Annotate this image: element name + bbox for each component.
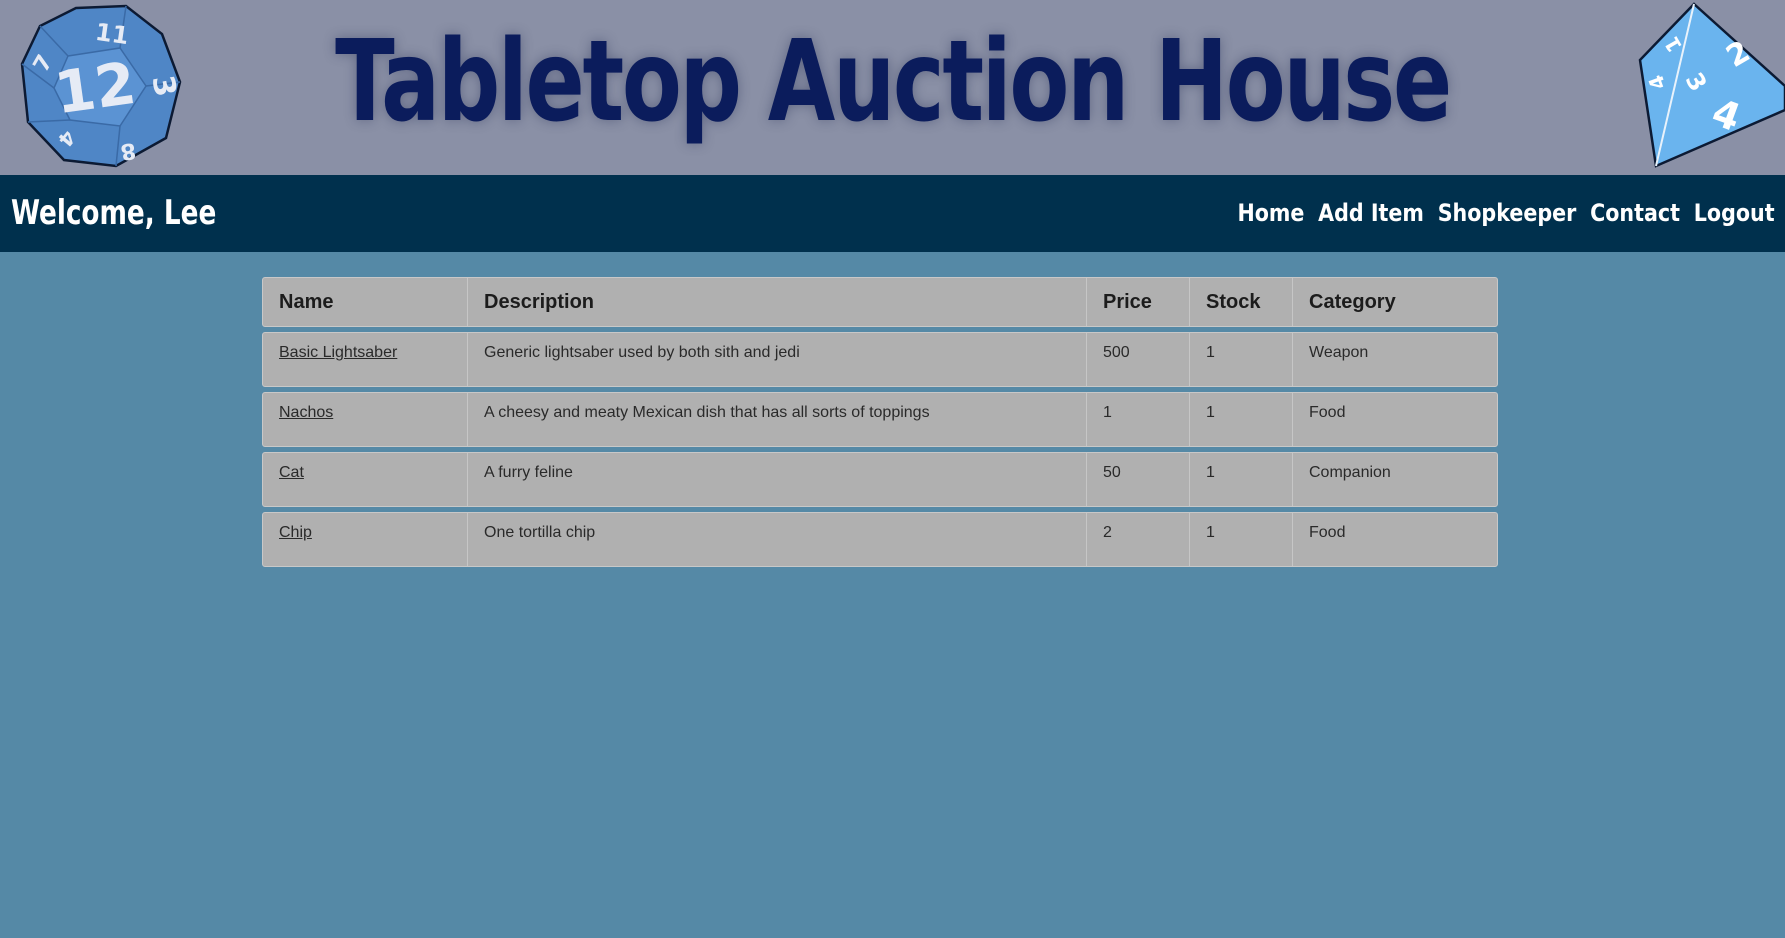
price-cell: 50 <box>1087 453 1190 506</box>
name-cell: Nachos <box>263 393 468 446</box>
name-cell: Chip <box>263 513 468 566</box>
nav-link-logout[interactable]: Logout <box>1694 195 1775 231</box>
table-header-row: Name Description Price Stock Category <box>262 277 1498 327</box>
table-row: Chip One tortilla chip 2 1 Food <box>262 512 1498 567</box>
d12-die-icon: 12 11 3 7 8 4 <box>20 4 183 168</box>
table-row: Cat A furry feline 50 1 Companion <box>262 452 1498 507</box>
category-cell: Food <box>1309 524 1346 541</box>
stock-cell: 1 <box>1190 513 1293 566</box>
price-cell: 500 <box>1087 333 1190 386</box>
header-name: Name <box>263 278 468 326</box>
item-link[interactable]: Cat <box>279 464 304 481</box>
price-cell: 2 <box>1087 513 1190 566</box>
items-table: Name Description Price Stock Category Ba… <box>262 277 1498 572</box>
description-cell: A cheesy and meaty Mexican dish that has… <box>468 393 1087 446</box>
item-link[interactable]: Nachos <box>279 404 333 421</box>
header-description: Description <box>468 278 1087 326</box>
table-row: Basic Lightsaber Generic lightsaber used… <box>262 332 1498 387</box>
header-price: Price <box>1087 278 1190 326</box>
name-cell: Basic Lightsaber <box>263 333 468 386</box>
header-category: Category <box>1309 291 1396 313</box>
header-stock: Stock <box>1190 278 1293 326</box>
description-cell: One tortilla chip <box>468 513 1087 566</box>
item-link[interactable]: Chip <box>279 524 312 541</box>
description-cell: Generic lightsaber used by both sith and… <box>468 333 1087 386</box>
nav-link-shopkeeper[interactable]: Shopkeeper <box>1438 195 1577 231</box>
item-link[interactable]: Basic Lightsaber <box>279 344 397 361</box>
stock-cell: 1 <box>1190 333 1293 386</box>
svg-text:12: 12 <box>50 49 139 128</box>
welcome-message: Welcome, Lee <box>11 193 217 233</box>
stock-cell: 1 <box>1190 393 1293 446</box>
site-banner: 12 11 3 7 8 4 Tabletop Auction House 2 4… <box>0 0 1785 175</box>
svg-text:11: 11 <box>94 18 131 50</box>
stock-cell: 1 <box>1190 453 1293 506</box>
category-cell: Companion <box>1309 464 1391 481</box>
d4-die-icon: 2 4 3 1 4 <box>1638 2 1785 168</box>
nav-link-add-item[interactable]: Add Item <box>1319 195 1425 231</box>
nav-links: Home Add Item Shopkeeper Contact Logout <box>1238 195 1775 231</box>
top-navbar: Welcome, Lee Home Add Item Shopkeeper Co… <box>0 175 1785 252</box>
description-cell: A furry feline <box>468 453 1087 506</box>
site-title: Tabletop Auction House <box>335 17 1452 147</box>
table-row: Nachos A cheesy and meaty Mexican dish t… <box>262 392 1498 447</box>
category-cell: Weapon <box>1309 344 1369 361</box>
category-cell: Food <box>1309 404 1346 421</box>
name-cell: Cat <box>263 453 468 506</box>
nav-link-home[interactable]: Home <box>1238 195 1305 231</box>
price-cell: 1 <box>1087 393 1190 446</box>
nav-link-contact[interactable]: Contact <box>1590 195 1680 231</box>
